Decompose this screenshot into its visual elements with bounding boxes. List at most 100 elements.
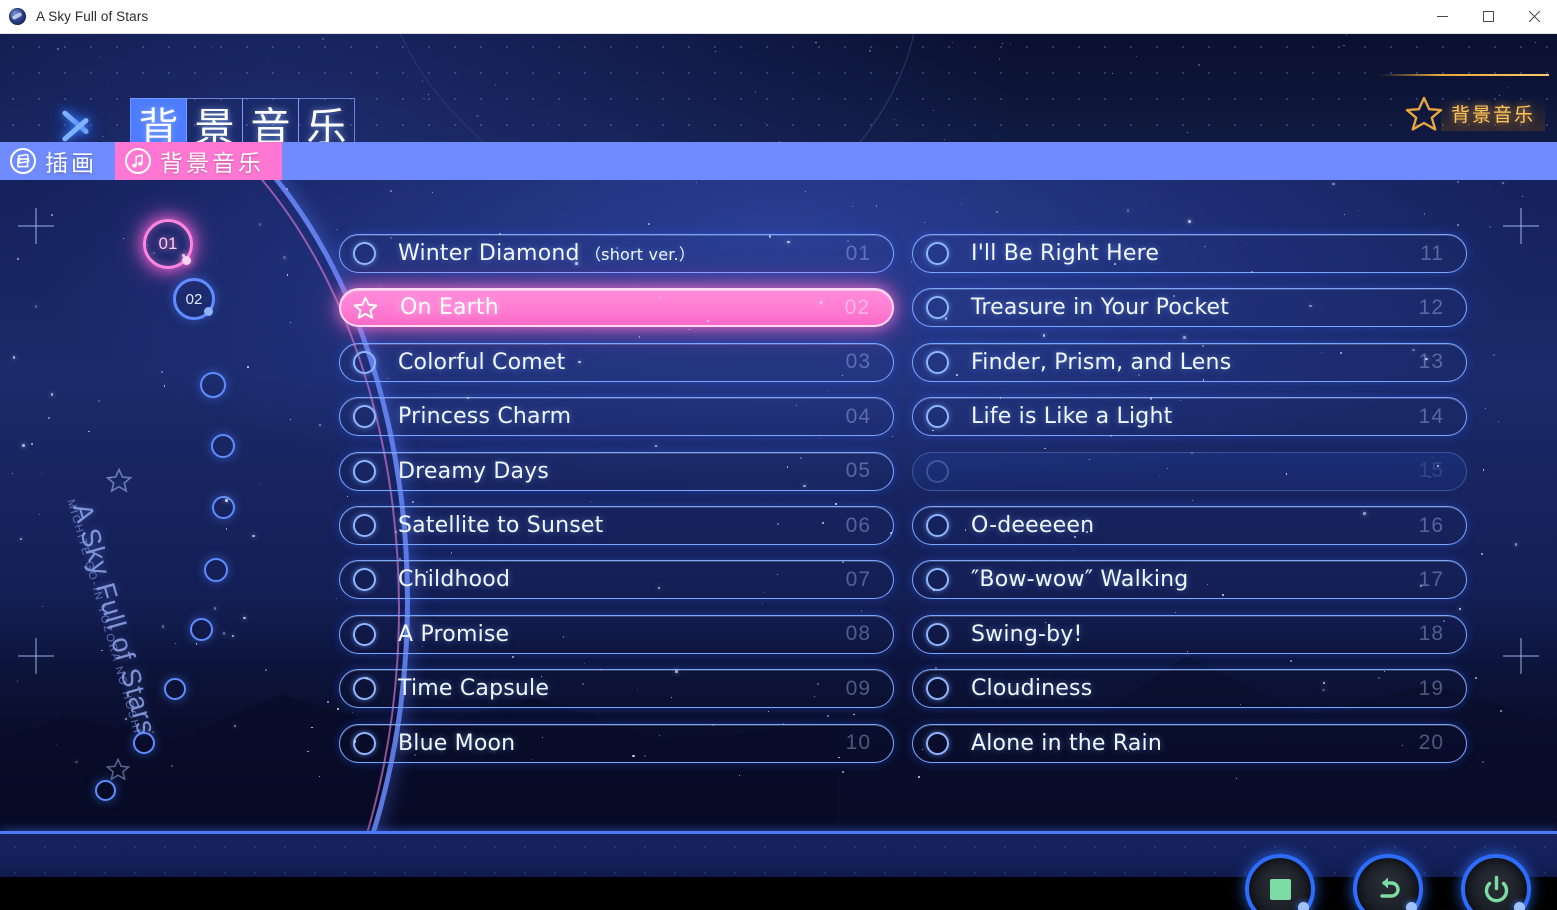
star-particle: [151, 730, 154, 733]
track-bullet-icon: [353, 622, 376, 646]
tab-bgm[interactable]: 背景音乐: [115, 142, 282, 180]
track-title: Colorful Comet: [398, 349, 566, 375]
track-number: 12: [1418, 295, 1444, 319]
track-row[interactable]: Treasure in Your Pocket 12: [912, 288, 1467, 328]
star-particle: [225, 498, 229, 502]
page-title: 背 景 音 乐: [130, 98, 355, 142]
star-particle: [1501, 181, 1505, 185]
track-row[interactable]: Winter Diamond （short ver.） 01: [339, 234, 894, 273]
star-particle: [451, 552, 453, 554]
track-row[interactable]: 15: [912, 451, 1467, 491]
page-dot-06[interactable]: [204, 558, 228, 582]
star-particle: [259, 483, 261, 485]
tab-bar: 插画 背景音乐: [0, 142, 1557, 180]
star-particle: [1521, 195, 1524, 198]
star-particle: [1481, 553, 1484, 556]
star-particle: [161, 625, 164, 628]
star-particle: [643, 754, 646, 757]
app-stage: 背 景 音 乐 背景音乐 插画 背景音乐 A Sky Full of Stars…: [0, 34, 1557, 910]
track-row[interactable]: Time Capsule 09: [339, 669, 894, 709]
star-particle: [1363, 512, 1366, 515]
page-dot-09[interactable]: [133, 732, 155, 754]
page-dot-08[interactable]: [164, 678, 186, 700]
star-particle: [715, 51, 716, 52]
back-button[interactable]: 返回: [1349, 854, 1427, 910]
track-number: 06: [845, 513, 871, 537]
page-dot-04[interactable]: [211, 434, 235, 458]
star-particle: [1488, 226, 1491, 229]
track-row[interactable]: Life is Like a Light 14: [912, 397, 1467, 437]
track-number: 03: [845, 350, 871, 374]
page-dot-nub: [182, 256, 191, 265]
star-particle: [648, 223, 650, 225]
page-dot-07[interactable]: [190, 618, 213, 641]
star-particle: [542, 736, 543, 738]
star-particle: [575, 262, 578, 265]
close-button[interactable]: [1511, 0, 1557, 33]
page-dot-01[interactable]: 01: [143, 219, 193, 269]
window-controls: [1419, 0, 1557, 33]
star-particle: [12, 356, 15, 359]
track-number: 20: [1418, 731, 1444, 755]
page-dot-05[interactable]: [212, 496, 235, 519]
star-particle: [768, 710, 769, 712]
track-bullet-icon: [926, 350, 949, 374]
star-particle: [1535, 42, 1536, 43]
tab-illustrations[interactable]: 插画: [0, 142, 115, 180]
exit-button[interactable]: 退出: [1457, 854, 1535, 910]
track-number: 08: [845, 622, 871, 646]
track-row[interactable]: O-deeeeen 16: [912, 506, 1467, 545]
track-row[interactable]: ″Bow-wow″ Walking 17: [912, 560, 1467, 600]
track-row[interactable]: Childhood 07: [339, 560, 894, 600]
track-row[interactable]: I'll Be Right Here 11: [912, 234, 1467, 273]
track-title: ″Bow-wow″ Walking: [971, 567, 1189, 593]
star-particle: [211, 46, 212, 48]
track-row[interactable]: Cloudiness 19: [912, 669, 1467, 709]
star-particle: [1475, 677, 1478, 679]
star-particle: [1183, 336, 1186, 339]
star-particle: [266, 57, 268, 59]
track-row[interactable]: A Promise 08: [339, 614, 894, 654]
star-particle: [924, 221, 926, 223]
track-row[interactable]: Alone in the Rain 20: [912, 723, 1467, 763]
track-row[interactable]: Satellite to Sunset 06: [339, 506, 894, 545]
track-row[interactable]: Colorful Comet 03: [339, 342, 894, 382]
star-particle: [491, 747, 494, 751]
track-row[interactable]: Dreamy Days 05: [339, 451, 894, 491]
page-dot-02[interactable]: 02: [173, 278, 215, 320]
back-button-ring: [1353, 854, 1423, 910]
track-row[interactable]: Blue Moon 10: [339, 723, 894, 763]
track-row[interactable]: Princess Charm 04: [339, 397, 894, 437]
star-particle: [182, 254, 185, 257]
track-row[interactable]: Finder, Prism, and Lens 13: [912, 342, 1467, 382]
track-row[interactable]: On Earth 02: [339, 288, 894, 328]
star-particle: [706, 319, 709, 322]
star-particle: [351, 711, 354, 713]
page-dot-nub: [204, 307, 213, 316]
page-dot-10[interactable]: [95, 780, 116, 801]
gallery-icon: [10, 148, 36, 174]
stop-button[interactable]: 停止: [1241, 854, 1319, 910]
minimize-button[interactable]: [1419, 0, 1465, 33]
track-bullet-icon: [353, 242, 376, 265]
page-dot-03[interactable]: [200, 372, 226, 398]
star-particle: [1383, 671, 1385, 673]
track-row[interactable]: Swing-by! 18: [912, 614, 1467, 654]
star-particle: [466, 396, 470, 400]
star-particle: [122, 237, 124, 239]
star-particle: [1001, 43, 1003, 44]
track-bullet-icon: [926, 242, 949, 265]
star-particle: [512, 656, 515, 659]
star-particle: [1004, 253, 1007, 256]
track-title: I'll Be Right Here: [971, 241, 1160, 266]
track-bullet-icon: [926, 731, 949, 755]
star-particle: [822, 522, 824, 524]
track-number: 18: [1418, 622, 1444, 646]
track-title: Dreamy Days: [398, 458, 550, 484]
back-arrow-icon: [1379, 877, 1400, 898]
star-particle: [336, 228, 338, 231]
track-title: Princess Charm: [398, 404, 572, 430]
star-particle: [658, 734, 661, 737]
maximize-button[interactable]: [1465, 0, 1511, 33]
star-particle: [109, 476, 111, 478]
